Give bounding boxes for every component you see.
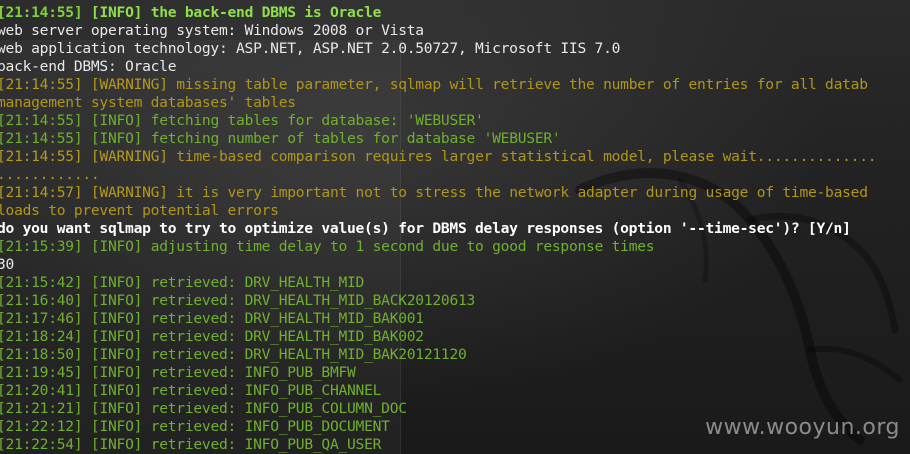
log-level-tag: [INFO]: [90, 382, 143, 399]
terminal-line: [21:14:55] [WARNING] missing table param…: [0, 76, 910, 94]
terminal-line: [21:18:24] [INFO] retrieved: DRV_HEALTH_…: [0, 328, 910, 346]
log-message: it is very important not to stress the n…: [176, 184, 868, 201]
terminal-line: web application technology: ASP.NET, ASP…: [0, 40, 910, 58]
log-text: web server operating system: Windows 200…: [0, 22, 424, 39]
log-text: back-end DBMS: Oracle: [0, 58, 177, 75]
terminal-line: [21:15:39] [INFO] adjusting time delay t…: [0, 238, 910, 256]
log-level-tag: [INFO]: [90, 418, 143, 435]
log-message: retrieved: DRV_HEALTH_MID: [150, 274, 365, 291]
log-text: management system databases' tables: [0, 94, 296, 111]
log-timestamp: [21:18:24]: [0, 328, 83, 345]
log-level-tag: [INFO]: [90, 112, 143, 129]
log-timestamp: [21:16:40]: [0, 292, 83, 309]
log-level-tag: [INFO]: [90, 364, 143, 381]
log-message: retrieved: DRV_HEALTH_MID_BAK002: [150, 328, 424, 345]
watermark-text: www.wooyun.org: [705, 415, 900, 440]
terminal-line: [21:18:50] [INFO] retrieved: DRV_HEALTH_…: [0, 346, 910, 364]
log-level-tag: [INFO]: [90, 238, 143, 255]
log-message: retrieved: DRV_HEALTH_MID_BAK001: [150, 310, 424, 327]
terminal-line: [21:14:55] [INFO] fetching tables for da…: [0, 112, 910, 130]
log-message: retrieved: INFO_PUB_DOCUMENT: [150, 418, 390, 435]
log-message: time-based comparison requires larger st…: [176, 148, 877, 165]
log-text: web application technology: ASP.NET, ASP…: [0, 40, 621, 57]
terminal-line: [21:17:46] [INFO] retrieved: DRV_HEALTH_…: [0, 310, 910, 328]
log-message: fetching tables for database: 'WEBUSER': [150, 112, 484, 129]
log-level-tag: [INFO]: [90, 292, 143, 309]
log-message: retrieved: DRV_HEALTH_MID_BACK20120613: [150, 292, 476, 309]
log-message: the back-end DBMS is Oracle: [150, 4, 382, 21]
log-text: do you want sqlmap to try to optimize va…: [0, 220, 851, 237]
log-timestamp: [21:14:55]: [0, 112, 83, 129]
log-text: ............: [0, 166, 100, 183]
log-level-tag: [WARNING]: [90, 184, 168, 201]
log-timestamp: [21:21:21]: [0, 400, 83, 417]
log-message: retrieved: INFO_PUB_COLUMN_DOC: [150, 400, 407, 417]
log-level-tag: [INFO]: [90, 346, 143, 363]
terminal-line: [21:20:41] [INFO] retrieved: INFO_PUB_CH…: [0, 382, 910, 400]
log-level-tag: [INFO]: [90, 4, 143, 21]
terminal-line: 30: [0, 256, 910, 274]
terminal-line: back-end DBMS: Oracle: [0, 58, 910, 76]
log-level-tag: [INFO]: [90, 310, 143, 327]
log-timestamp: [21:22:54]: [0, 436, 83, 453]
log-timestamp: [21:17:46]: [0, 310, 83, 327]
terminal-line: management system databases' tables: [0, 94, 910, 112]
log-timestamp: [21:15:39]: [0, 238, 83, 255]
log-timestamp: [21:14:55]: [0, 76, 83, 93]
log-message: fetching number of tables for database '…: [150, 130, 561, 147]
log-text: 30: [0, 256, 15, 273]
terminal-line: loads to prevent potential errors: [0, 202, 910, 220]
terminal-output: [21:14:55] [INFO] the back-end DBMS is O…: [0, 4, 910, 454]
terminal-line: [21:19:45] [INFO] retrieved: INFO_PUB_BM…: [0, 364, 910, 382]
terminal-line: do you want sqlmap to try to optimize va…: [0, 220, 910, 238]
log-timestamp: [21:22:12]: [0, 418, 83, 435]
log-text: loads to prevent potential errors: [0, 202, 279, 219]
terminal-line: [21:16:40] [INFO] retrieved: DRV_HEALTH_…: [0, 292, 910, 310]
log-timestamp: [21:18:50]: [0, 346, 83, 363]
terminal-line: ............: [0, 166, 910, 184]
terminal-line: [21:14:57] [WARNING] it is very importan…: [0, 184, 910, 202]
log-message: retrieved: DRV_HEALTH_MID_BAK20121120: [150, 346, 467, 363]
log-message: missing table parameter, sqlmap will ret…: [176, 76, 868, 93]
log-message: adjusting time delay to 1 second due to …: [150, 238, 655, 255]
terminal-window[interactable]: [21:14:55] [INFO] the back-end DBMS is O…: [0, 0, 910, 454]
log-timestamp: [21:14:55]: [0, 130, 83, 147]
log-level-tag: [INFO]: [90, 274, 143, 291]
log-message: retrieved: INFO_PUB_CHANNEL: [150, 382, 382, 399]
log-timestamp: [21:14:55]: [0, 148, 83, 165]
log-timestamp: [21:14:55]: [0, 4, 83, 21]
log-timestamp: [21:19:45]: [0, 364, 83, 381]
log-level-tag: [INFO]: [90, 130, 143, 147]
log-level-tag: [INFO]: [90, 436, 143, 453]
terminal-line: web server operating system: Windows 200…: [0, 22, 910, 40]
terminal-line: [21:15:42] [INFO] retrieved: DRV_HEALTH_…: [0, 274, 910, 292]
log-message: retrieved: INFO_PUB_BMFW: [150, 364, 356, 381]
log-level-tag: [WARNING]: [90, 148, 168, 165]
log-timestamp: [21:20:41]: [0, 382, 83, 399]
log-level-tag: [WARNING]: [90, 76, 168, 93]
log-timestamp: [21:15:42]: [0, 274, 83, 291]
log-level-tag: [INFO]: [90, 328, 143, 345]
log-message: retrieved: INFO_PUB_QA_USER: [150, 436, 382, 453]
terminal-line: [21:14:55] [WARNING] time-based comparis…: [0, 148, 910, 166]
terminal-line: [21:14:55] [INFO] fetching number of tab…: [0, 130, 910, 148]
terminal-line: [21:14:55] [INFO] the back-end DBMS is O…: [0, 4, 910, 22]
log-level-tag: [INFO]: [90, 400, 143, 417]
log-timestamp: [21:14:57]: [0, 184, 83, 201]
